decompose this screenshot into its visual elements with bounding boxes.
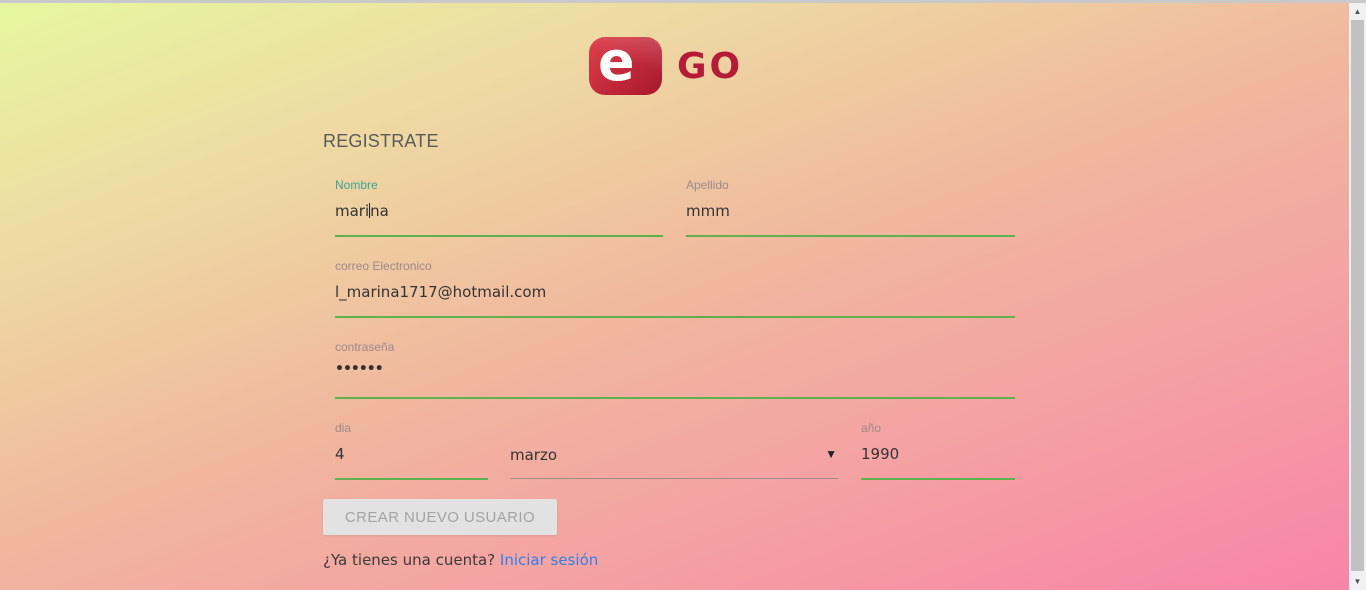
dia-field[interactable]: dia 4 bbox=[335, 421, 488, 480]
password-label: contraseña bbox=[335, 340, 395, 354]
apellido-label: Apellido bbox=[686, 178, 729, 192]
mes-select[interactable]: marzo ▼ bbox=[510, 440, 838, 479]
anio-input[interactable]: 1990 bbox=[861, 445, 899, 463]
scroll-down-arrow-icon[interactable]: ▼ bbox=[1349, 573, 1366, 590]
scroll-up-arrow-icon[interactable]: ▲ bbox=[1349, 3, 1366, 20]
correo-underline bbox=[335, 316, 1015, 318]
nombre-underline bbox=[335, 235, 663, 237]
anio-field[interactable]: año 1990 bbox=[861, 421, 1015, 480]
password-field[interactable]: contraseña •••••• bbox=[335, 340, 1015, 399]
nombre-field[interactable]: Nombre marina bbox=[335, 178, 663, 237]
nombre-value-after-caret: na bbox=[370, 202, 389, 220]
crear-usuario-button[interactable]: CREAR NUEVO USUARIO bbox=[323, 499, 557, 535]
correo-field[interactable]: correo Electronico l_marina1717@hotmail.… bbox=[335, 259, 1015, 318]
anio-label: año bbox=[861, 421, 882, 435]
logo-mark-letter: e bbox=[598, 37, 635, 93]
apellido-field[interactable]: Apellido mmm bbox=[686, 178, 1015, 237]
dia-input[interactable]: 4 bbox=[335, 445, 345, 463]
nombre-input[interactable]: marina bbox=[335, 202, 389, 220]
login-prompt-row: ¿Ya tienes una cuenta? Iniciar sesión bbox=[323, 551, 598, 569]
correo-label: correo Electronico bbox=[335, 259, 432, 273]
mes-underline bbox=[510, 478, 838, 479]
anio-underline bbox=[861, 478, 1015, 480]
scrollbar-thumb[interactable] bbox=[1351, 20, 1364, 571]
password-input[interactable]: •••••• bbox=[335, 361, 384, 377]
correo-input[interactable]: l_marina1717@hotmail.com bbox=[335, 283, 546, 301]
apellido-input[interactable]: mmm bbox=[686, 202, 730, 220]
logo-mark-icon: e bbox=[589, 37, 662, 95]
page-title: REGISTRATE bbox=[323, 131, 439, 151]
apellido-underline bbox=[686, 235, 1015, 237]
mes-selected-value: marzo bbox=[510, 446, 558, 464]
dia-underline bbox=[335, 478, 488, 480]
iniciar-sesion-link[interactable]: Iniciar sesión bbox=[500, 551, 598, 569]
nombre-value-before-caret: mari bbox=[335, 202, 370, 220]
dia-label: dia bbox=[335, 421, 352, 435]
ego-logo: e GO bbox=[589, 37, 764, 97]
vertical-scrollbar[interactable]: ▲ ▼ bbox=[1349, 3, 1366, 590]
chevron-down-icon[interactable]: ▼ bbox=[825, 447, 837, 461]
logo-brand-text: GO bbox=[677, 46, 744, 87]
password-underline bbox=[335, 397, 1015, 399]
nombre-label: Nombre bbox=[335, 178, 378, 192]
login-prompt-text: ¿Ya tienes una cuenta? bbox=[323, 551, 496, 569]
